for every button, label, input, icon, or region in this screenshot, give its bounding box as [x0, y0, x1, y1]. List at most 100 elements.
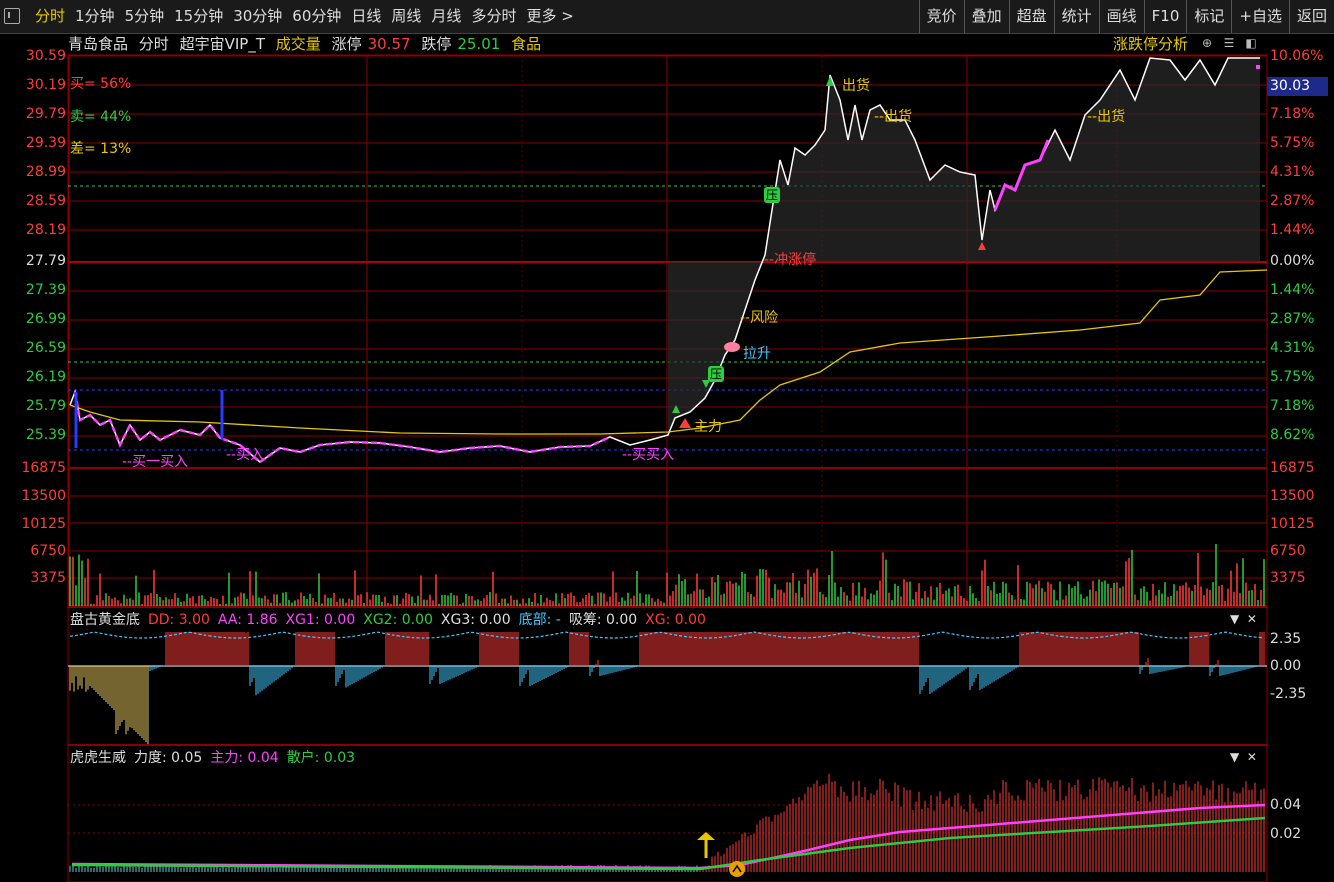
marker-dot: [1256, 65, 1260, 69]
ind2-tick: 0.02: [1270, 826, 1302, 842]
indicator2-retail: 散户: 0.03: [286, 750, 356, 766]
signal-buy-3: --买买入: [622, 447, 675, 463]
percent-tick: 2.87%: [1270, 193, 1315, 209]
signal-sell-3: --出货: [1087, 109, 1126, 125]
indicator1-xg3: XG3: 0.00: [440, 612, 511, 628]
price-tick: 25.39: [25, 427, 66, 443]
percent-tick: 7.18%: [1270, 106, 1315, 122]
pressure-badge: 压: [708, 366, 724, 382]
percent-tick: 8.62%: [1270, 427, 1315, 443]
panel-icon[interactable]: ◧: [1244, 36, 1258, 50]
indicator2-title: 虎虎生威 力度: 0.05 主力: 0.04 散户: 0.03: [70, 747, 363, 767]
ind1-tick: 2.35: [1270, 631, 1302, 647]
indicator2-main: 主力: 0.04: [210, 750, 279, 766]
pull-up-icon: [724, 342, 740, 352]
indicator2-force: 力度: 0.05: [134, 750, 203, 766]
percent-tick: 10.06%: [1270, 48, 1324, 64]
formula-name[interactable]: 超宇宙VIP_T: [180, 35, 265, 53]
indicator1-title: 盘古黄金底 DD: 3.00 AA: 1.86 XG1: 0.00 XG2: 0.00 X…: [70, 609, 714, 629]
pressure-badge: 压: [764, 187, 780, 203]
percent-tick: 4.31%: [1270, 164, 1315, 180]
sell-ratio: 卖= 44%: [70, 109, 132, 125]
diff-ratio: 差= 13%: [70, 141, 132, 157]
limit-up-value: 30.57: [367, 35, 411, 53]
retail-line: [71, 816, 1266, 871]
price-tick: 29.79: [25, 106, 66, 122]
volume-tick: 10125: [21, 516, 66, 532]
sector-link[interactable]: 食品: [511, 35, 541, 53]
main-force-triangle-icon: [679, 418, 691, 428]
percent-tick: 2.87%: [1270, 311, 1315, 327]
indicator1-xg2: XG2: 0.00: [363, 612, 433, 628]
chevron-down-icon[interactable]: ▼: [1230, 750, 1239, 764]
list-icon[interactable]: ☰: [1222, 36, 1236, 50]
signal-sell-1: 出货: [842, 78, 870, 94]
price-tick: 28.99: [25, 164, 66, 180]
percent-tick: 0.00%: [1270, 253, 1315, 269]
price-tick: 28.59: [25, 193, 66, 209]
signal-sell-2: --出货: [874, 109, 913, 125]
ind1-tick: 0.00: [1270, 658, 1302, 674]
price-tick: 30.19: [25, 77, 66, 93]
volume-tick: 16875: [1270, 460, 1315, 476]
indicator1-xg1: XG1: 0.00: [285, 612, 356, 628]
indicator1-absorb: 吸筹: 0.00: [568, 612, 638, 628]
chart-mode: 分时: [138, 35, 169, 53]
volume-tick: 6750: [30, 543, 66, 559]
price-tick: 26.59: [25, 340, 66, 356]
start-badge-icon: [729, 861, 745, 877]
volume-tick: 16875: [21, 460, 66, 476]
price-tick: 30.59: [25, 48, 66, 64]
volume-tick: 3375: [1270, 570, 1306, 586]
price-tick: 29.39: [25, 135, 66, 151]
percent-tick: 1.44%: [1270, 282, 1315, 298]
stock-name: 青岛食品: [68, 35, 129, 53]
percent-tick: 5.75%: [1270, 369, 1315, 385]
limit-down-value: 25.01: [457, 35, 501, 53]
ind2-tick: 0.04: [1270, 797, 1302, 813]
indicator1-name[interactable]: 盘古黄金底: [70, 612, 140, 628]
indicator1-bottom: 底部: -: [518, 612, 561, 628]
price-tick: 25.79: [25, 398, 66, 414]
volume-tick: 10125: [1270, 516, 1315, 532]
ind1-tick: -2.35: [1270, 686, 1307, 702]
toggle-icon[interactable]: ⊕: [1200, 36, 1214, 50]
price-tick: 27.39: [25, 282, 66, 298]
current-price-tag: 30.03: [1267, 77, 1328, 96]
signal-main-force: 主力: [694, 419, 722, 435]
price-tick: 27.79: [25, 253, 66, 269]
indicator1-aa: AA: 1.86: [217, 612, 278, 628]
buy-ratio: 买= 56%: [70, 76, 132, 92]
limit-down-label: 跌停: [421, 35, 452, 53]
limit-up-label: 涨停: [331, 35, 362, 53]
volume-label: 成交量: [275, 35, 321, 53]
percent-tick: 5.75%: [1270, 135, 1315, 151]
signal-pull-up: 拉升: [743, 346, 771, 362]
volume-tick: 6750: [1270, 543, 1306, 559]
signal-risk: --风险: [740, 310, 779, 326]
indicator2-controls: ▼ ✕: [1230, 750, 1257, 764]
signal-buy-2: --买入: [226, 447, 265, 463]
chevron-down-icon[interactable]: ▼: [1230, 612, 1239, 626]
percent-tick: 7.18%: [1270, 398, 1315, 414]
volume-tick: 13500: [21, 488, 66, 504]
indicator1-controls: ▼ ✕: [1230, 612, 1257, 626]
limit-analysis-link[interactable]: 涨跌停分析: [1113, 33, 1188, 54]
volume-tick: 13500: [1270, 488, 1315, 504]
header-icons: ⊕ ☰ ◧: [1200, 36, 1258, 50]
stock-info-bar: 青岛食品 分时 超宇宙VIP_T 成交量 涨停 30.57 跌停 25.01 食品: [68, 33, 1268, 55]
indicator1-dd: DD: 3.00: [148, 612, 210, 628]
signal-hit-limit: --冲涨停: [764, 252, 817, 268]
volume-tick: 3375: [30, 570, 66, 586]
price-tick: 26.19: [25, 369, 66, 385]
close-icon[interactable]: ✕: [1247, 750, 1257, 764]
indicator2-name[interactable]: 虎虎生威: [70, 750, 126, 766]
close-icon[interactable]: ✕: [1247, 612, 1257, 626]
percent-tick: 1.44%: [1270, 222, 1315, 238]
price-tick: 28.19: [25, 222, 66, 238]
indicator1-xg: XG: 0.00: [645, 612, 706, 628]
main-force-line: [71, 803, 1266, 870]
signal-buy-1: --买一买入: [122, 454, 189, 470]
price-tick: 26.99: [25, 311, 66, 327]
percent-tick: 4.31%: [1270, 340, 1315, 356]
